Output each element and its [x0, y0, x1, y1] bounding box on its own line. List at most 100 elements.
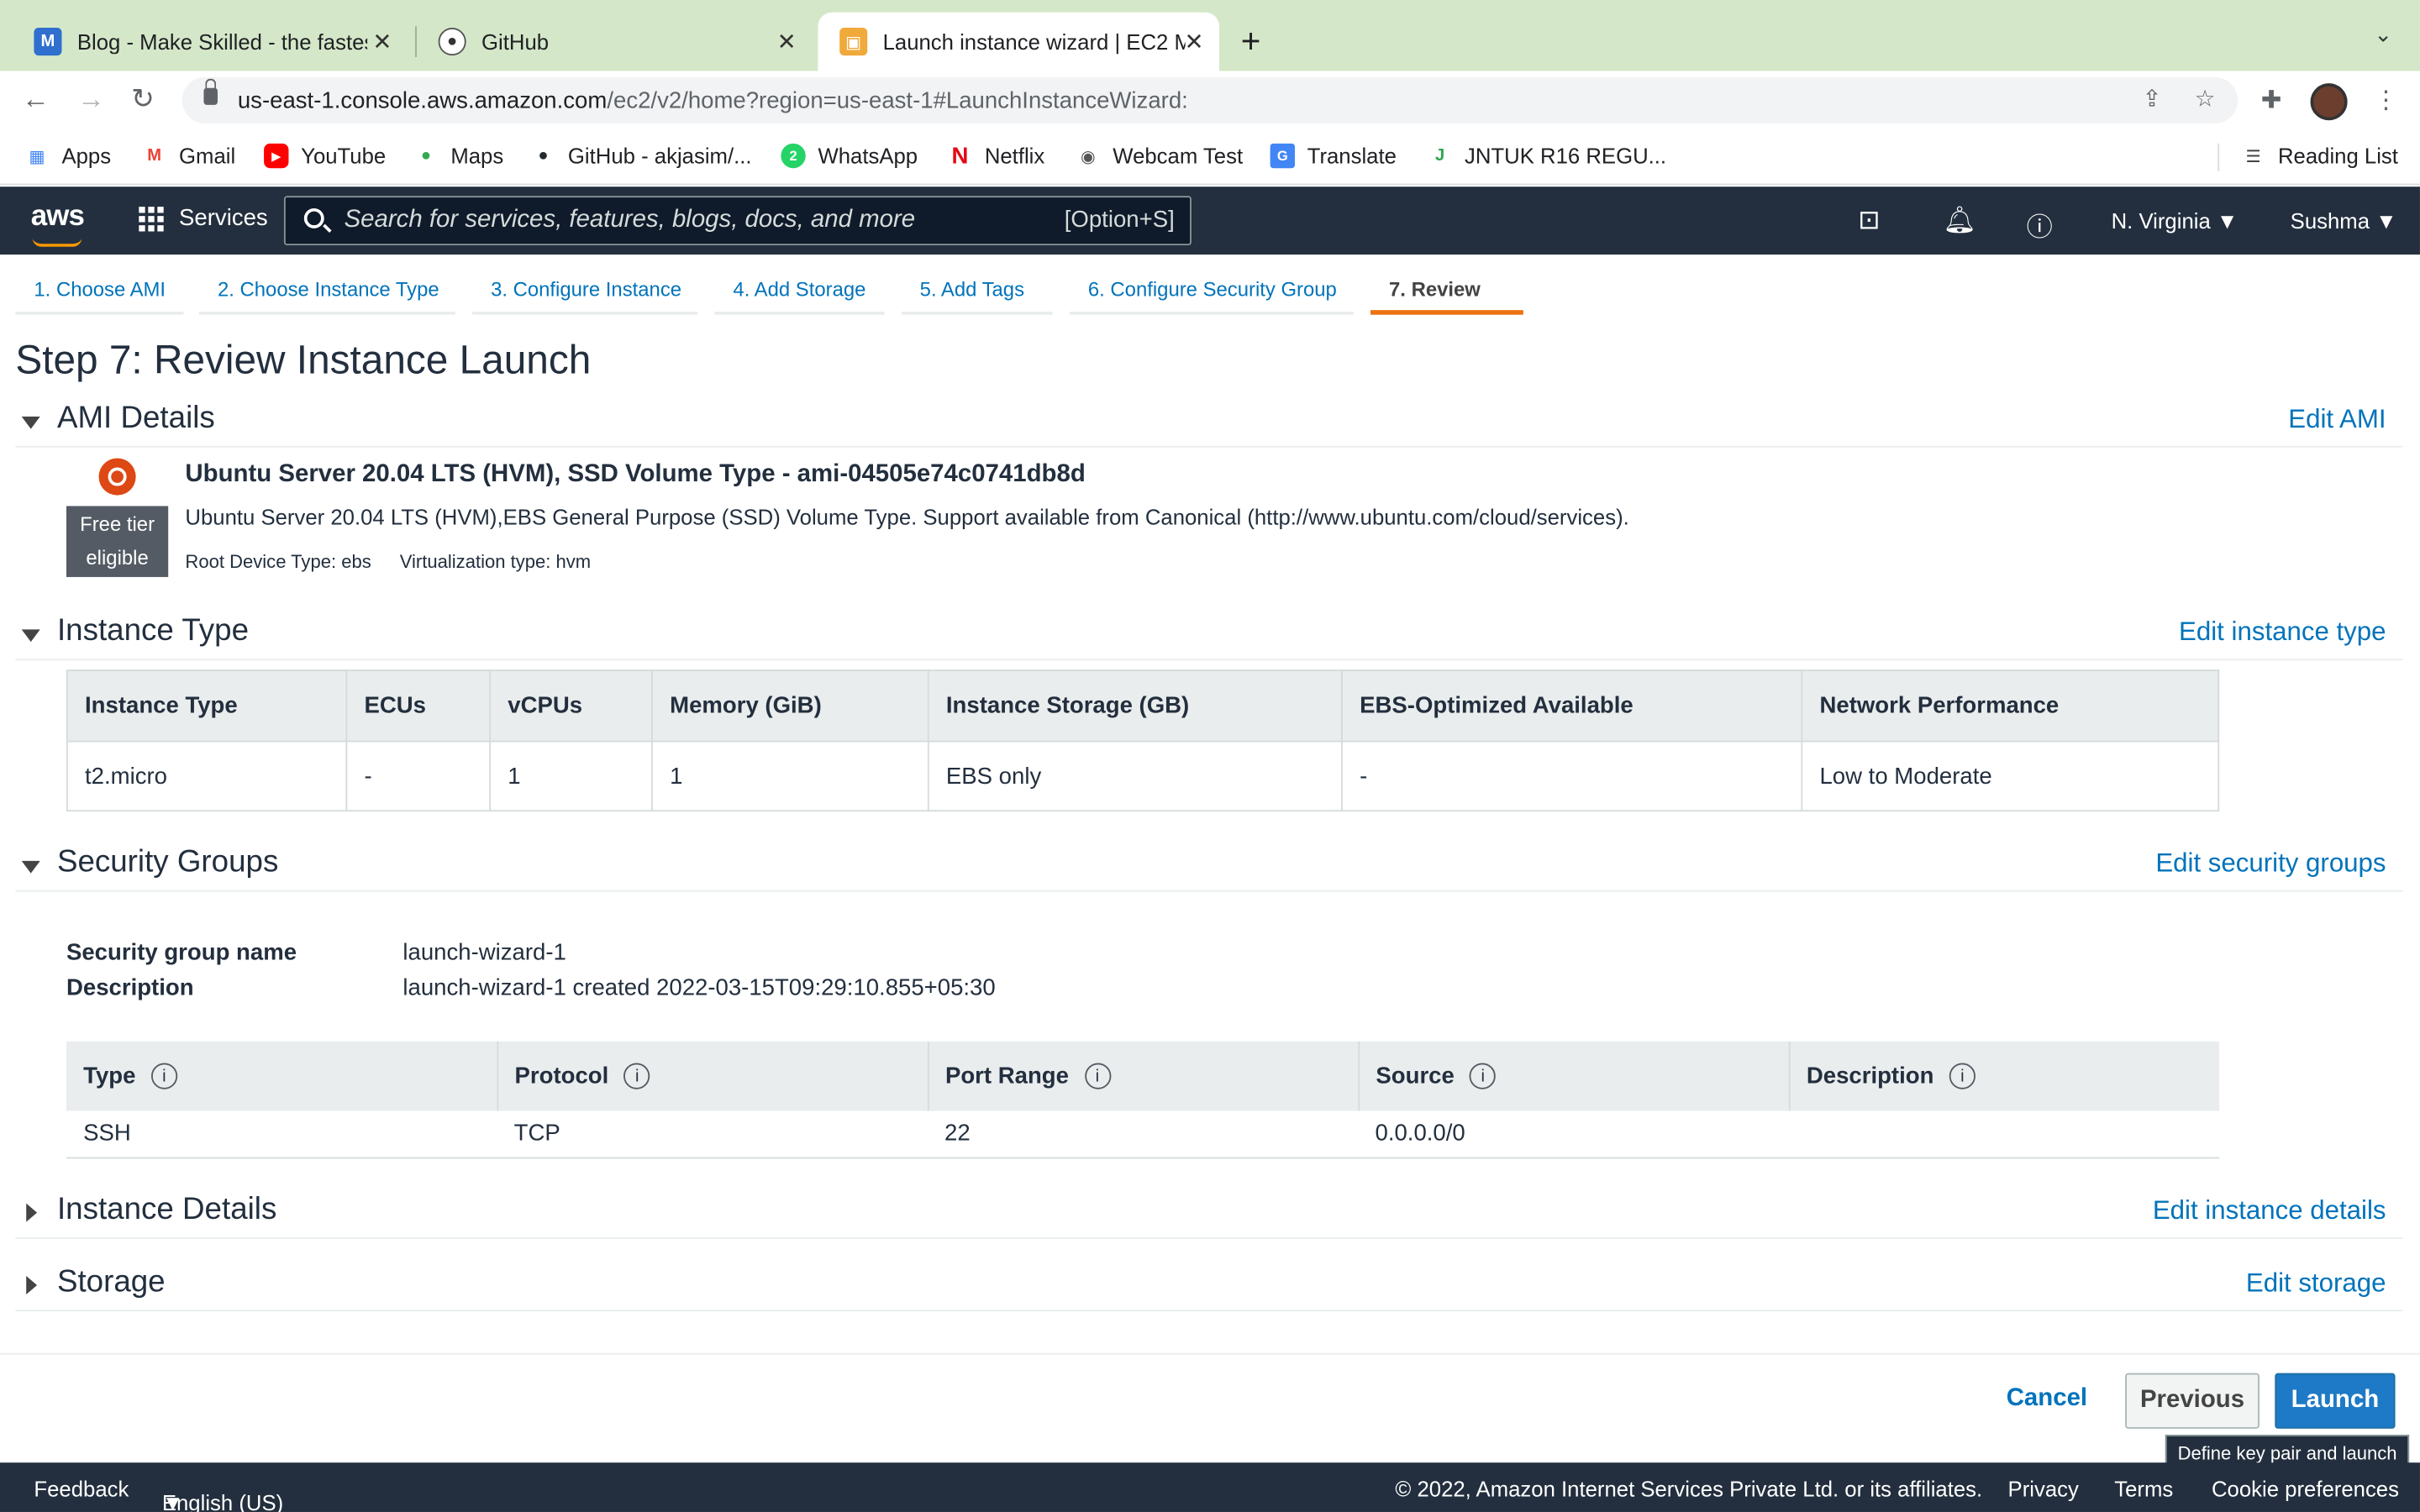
bookmark-apps[interactable]: ▦ Apps — [24, 144, 112, 168]
services-menu[interactable]: Services — [139, 205, 268, 232]
column-header-label: Protocol — [514, 1063, 609, 1089]
tab-blog[interactable]: M Blog - Make Skilled - the fastest ✕ — [13, 13, 408, 71]
lock-icon — [203, 78, 218, 105]
jntuk-icon: J — [1435, 146, 1445, 165]
bookmark-netflix[interactable]: N Netflix — [948, 143, 1044, 169]
edit-ami-link[interactable]: Edit AMI — [2288, 404, 2386, 435]
section-storage[interactable]: Storage Edit storage — [15, 1265, 2403, 1312]
section-instance-details[interactable]: Instance Details Edit instance details — [15, 1193, 2403, 1239]
column-header-label: Source — [1376, 1063, 1455, 1089]
back-arrow-icon[interactable]: ← — [22, 83, 50, 116]
launch-button[interactable]: Launch — [2275, 1373, 2396, 1429]
privacy-link[interactable]: Privacy — [2008, 1477, 2079, 1501]
kebab-menu-icon[interactable]: ⋮ — [2374, 85, 2398, 116]
profile-avatar[interactable] — [2310, 83, 2348, 121]
bookmark-jntuk[interactable]: J JNTUK R16 REGU... — [1428, 144, 1666, 168]
column-header: Instance Type — [66, 669, 348, 743]
section-ami-details[interactable]: AMI Details Edit AMI — [15, 402, 2403, 448]
bookmark-maps[interactable]: ● Maps — [413, 144, 503, 168]
security-rules-table: Type i Protocol i Port Range i Source i Desc… — [66, 1041, 2220, 1158]
table-cell: 1 — [651, 740, 929, 812]
column-header-label: Type — [83, 1063, 136, 1089]
tab-github[interactable]: ● GitHub ✕ — [417, 13, 812, 71]
column-header-source: Source i — [1357, 1041, 1789, 1111]
section-security-groups[interactable]: Security Groups Edit security groups — [15, 846, 2403, 892]
info-icon[interactable]: i — [1470, 1063, 1497, 1090]
star-icon[interactable]: ☆ — [2195, 85, 2216, 113]
close-tab-icon[interactable]: ✕ — [777, 28, 797, 55]
ami-name: Ubuntu Server 20.04 LTS (HVM), SSD Volum… — [185, 461, 1086, 488]
column-header: Instance Storage (GB) — [927, 669, 1343, 743]
wizard-step-choose-ami[interactable]: 1. Choose AMI — [15, 265, 184, 315]
edit-instance-type-link[interactable]: Edit instance type — [2179, 617, 2386, 648]
previous-button[interactable]: Previous — [2125, 1373, 2260, 1429]
edit-security-groups-link[interactable]: Edit security groups — [2155, 848, 2386, 879]
notifications-bell-icon[interactable]: 🔔︎ — [1943, 205, 1976, 236]
wizard-step-review[interactable]: 7. Review — [1370, 265, 1523, 315]
cookie-preferences-link[interactable]: Cookie preferences — [2212, 1477, 2399, 1501]
reading-list-icon: ☰ — [2245, 147, 2261, 166]
bookmark-label: Gmail — [179, 143, 236, 169]
bookmark-youtube[interactable]: ▶ YouTube — [264, 143, 387, 169]
account-menu[interactable]: Sushma ▼ — [2291, 208, 2397, 233]
close-tab-icon[interactable]: ✕ — [1185, 28, 1204, 55]
extensions-puzzle-icon[interactable]: ✚ — [2261, 85, 2282, 116]
reading-list[interactable]: ☰ Reading List — [2241, 144, 2398, 168]
bookmark-webcam-test[interactable]: ◉ Webcam Test — [1076, 144, 1243, 168]
cancel-button[interactable]: Cancel — [2007, 1385, 2087, 1413]
cloudshell-icon[interactable]: ⊡ — [1858, 205, 1880, 236]
wizard-step-configure-security-group[interactable]: 6. Configure Security Group — [1069, 265, 1354, 315]
aws-logo[interactable]: aws — [31, 201, 85, 247]
section-title: Instance Type — [56, 614, 250, 648]
console-footer: Feedback English (US) ▼ © 2022, Amazon I… — [0, 1462, 2420, 1512]
tab-strip: M Blog - Make Skilled - the fastest ✕ ● … — [0, 0, 2420, 71]
page-title: Step 7: Review Instance Launch — [15, 336, 592, 383]
bookmark-label: Webcam Test — [1113, 143, 1244, 169]
close-tab-icon[interactable]: ✕ — [372, 28, 392, 55]
aws-box-icon: ▣ — [839, 28, 868, 56]
section-title: Storage — [56, 1265, 166, 1299]
section-instance-type[interactable]: Instance Type Edit instance type — [15, 614, 2403, 661]
column-header-port-range: Port Range i — [926, 1041, 1359, 1111]
translate-icon: G — [1270, 143, 1295, 169]
region-selector[interactable]: N. Virginia ▼ — [2112, 208, 2238, 233]
bookmark-gmail[interactable]: M Gmail — [142, 144, 235, 168]
terms-link[interactable]: Terms — [2114, 1477, 2173, 1501]
new-tab-icon[interactable]: + — [1241, 22, 1261, 62]
bookmark-whatsapp[interactable]: 2 WhatsApp — [781, 143, 918, 169]
feedback-link[interactable]: Feedback — [34, 1477, 129, 1501]
wizard-step-configure-instance[interactable]: 3. Configure Instance — [472, 265, 698, 315]
bookmark-label: Maps — [450, 143, 504, 169]
aws-search-input[interactable]: Search for services, features, blogs, do… — [283, 196, 1192, 246]
url-host: us-east-1.console.aws.amazon.com — [237, 87, 608, 113]
github-icon: ● — [438, 28, 466, 56]
forward-arrow-icon[interactable]: → — [77, 83, 105, 116]
share-icon[interactable]: ⇪ — [2142, 85, 2161, 113]
column-header-protocol: Protocol i — [496, 1041, 928, 1111]
search-placeholder: Search for services, features, blogs, do… — [344, 207, 916, 234]
table-row[interactable]: t2.micro - 1 1 EBS only - Low to Moderat… — [66, 740, 2220, 812]
column-header: vCPUs — [489, 669, 653, 743]
wizard-action-bar: Cancel Previous Launch — [0, 1352, 2420, 1462]
info-icon[interactable]: i — [1949, 1063, 1976, 1090]
bookmark-translate[interactable]: G Translate — [1270, 143, 1397, 169]
wizard-step-add-tags[interactable]: 5. Add Tags — [901, 265, 1053, 315]
address-bar[interactable]: us-east-1.console.aws.amazon.com/ec2/v2/… — [182, 76, 2238, 123]
help-icon[interactable]: ⓘ — [2027, 205, 2053, 244]
column-header-description: Description i — [1787, 1041, 2220, 1111]
tab-launch-wizard[interactable]: ▣ Launch instance wizard | EC2 M ✕ — [818, 12, 1219, 71]
bookmark-label: YouTube — [301, 143, 387, 169]
info-icon[interactable]: i — [1084, 1063, 1111, 1090]
table-cell: 0.0.0.0/0 — [1358, 1110, 1789, 1158]
bookmark-github[interactable]: ● GitHub - akjasim/... — [531, 144, 751, 168]
chevron-down-icon[interactable]: ⌄ — [2374, 22, 2392, 48]
edit-storage-link[interactable]: Edit storage — [2246, 1268, 2386, 1299]
wizard-step-choose-instance-type[interactable]: 2. Choose Instance Type — [198, 265, 455, 315]
wizard-step-add-storage[interactable]: 4. Add Storage — [714, 265, 885, 315]
info-icon[interactable]: i — [623, 1063, 650, 1090]
edit-instance-details-link[interactable]: Edit instance details — [2153, 1195, 2386, 1226]
info-icon[interactable]: i — [150, 1063, 178, 1090]
table-cell: - — [345, 740, 492, 812]
table-row[interactable]: SSH TCP 22 0.0.0.0/0 — [66, 1110, 2220, 1158]
reload-icon[interactable]: ↻ — [131, 83, 155, 116]
